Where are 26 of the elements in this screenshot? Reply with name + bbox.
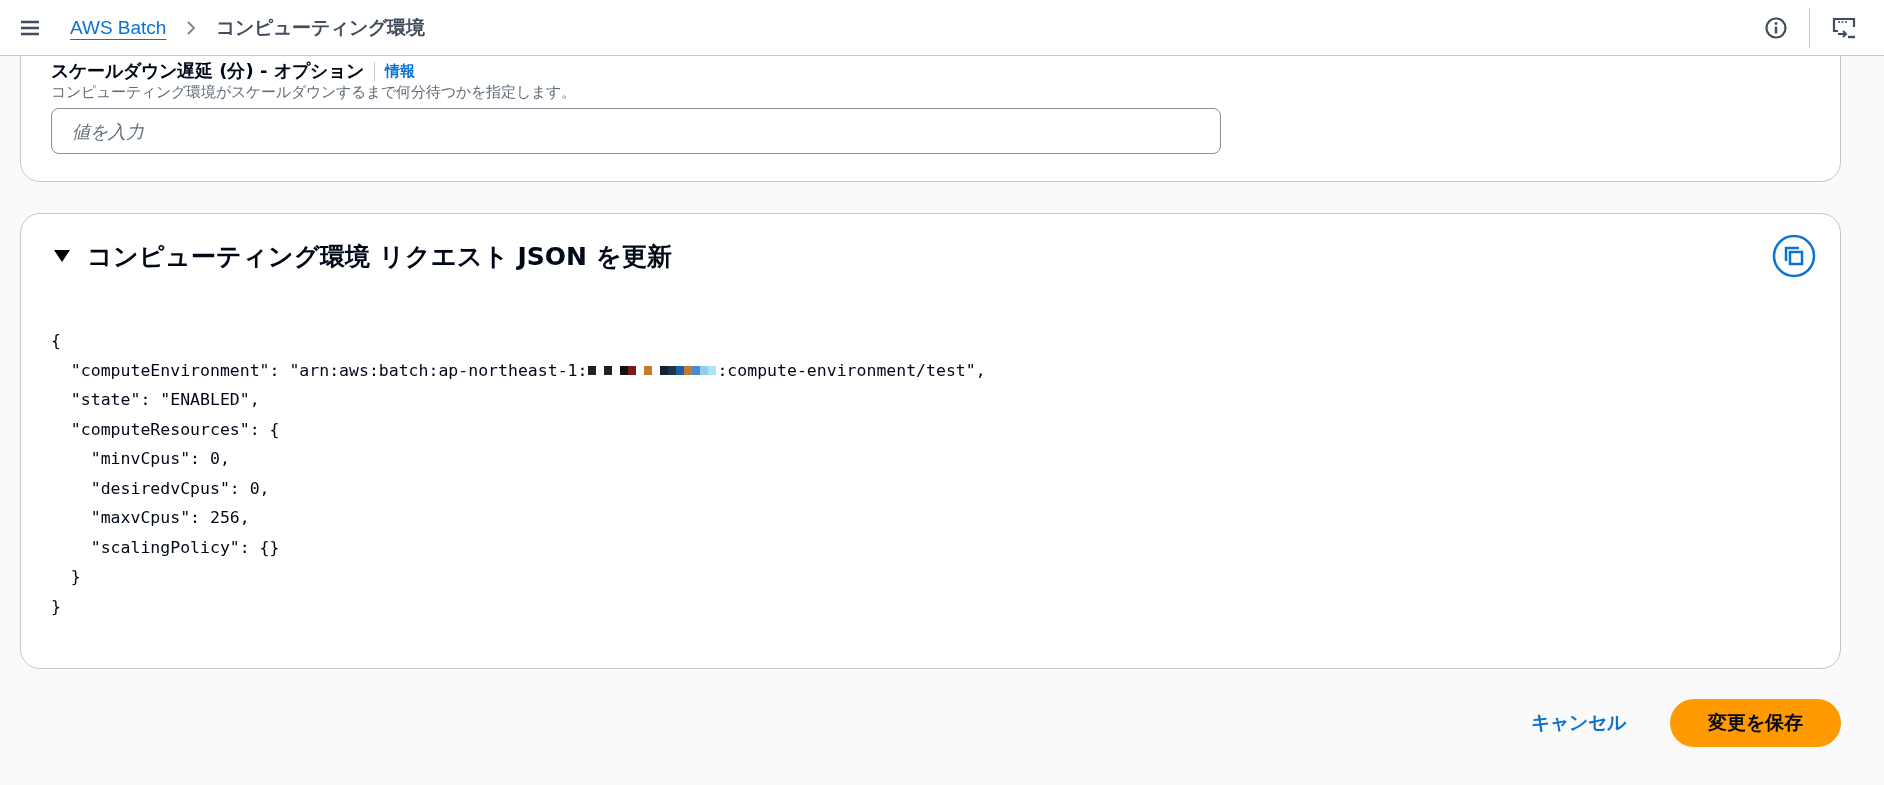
code-line: "minvCpus": 0, xyxy=(89,449,230,469)
code-line: } xyxy=(51,596,61,616)
code-line: "desiredvCpus": 0, xyxy=(89,478,270,498)
info-link[interactable]: 情報 xyxy=(373,61,415,81)
code-line: "computeEnvironment": "arn:aws:batch:ap-northeast-1: xyxy=(69,360,588,380)
breadcrumb-link[interactable]: AWS Batch xyxy=(70,16,167,39)
info-icon[interactable] xyxy=(1765,16,1787,39)
code-line: "scalingPolicy": {} xyxy=(89,537,280,557)
section-title: コンピューティング環境 リクエスト JSON を更新 xyxy=(87,240,673,273)
code-line: { xyxy=(51,331,61,351)
expand-toggle[interactable] xyxy=(53,249,71,263)
code-line: "computeResources": { xyxy=(69,419,280,439)
copy-button[interactable] xyxy=(1772,234,1816,278)
cancel-button[interactable]: キャンセル xyxy=(1529,706,1628,740)
terminal-icon[interactable] xyxy=(1832,16,1856,39)
field-description: コンピューティング環境がスケールダウンするまで何分待つかを指定します。 xyxy=(51,83,577,102)
menu-icon[interactable] xyxy=(20,19,40,36)
breadcrumb-current: コンピューティング環境 xyxy=(216,14,426,40)
code-line: :compute-environment/test", xyxy=(717,360,986,380)
code-line: "state": "ENABLED", xyxy=(69,390,260,410)
input-field[interactable]: 値を入力 xyxy=(51,108,1221,154)
save-button[interactable]: 変更を保存 xyxy=(1670,699,1841,747)
chevron-icon xyxy=(186,19,197,36)
code-line: } xyxy=(69,567,81,587)
code-line: "maxvCpus": 256, xyxy=(89,508,250,528)
field-label: スケールダウン遅延 (分) - オプション xyxy=(51,59,364,83)
